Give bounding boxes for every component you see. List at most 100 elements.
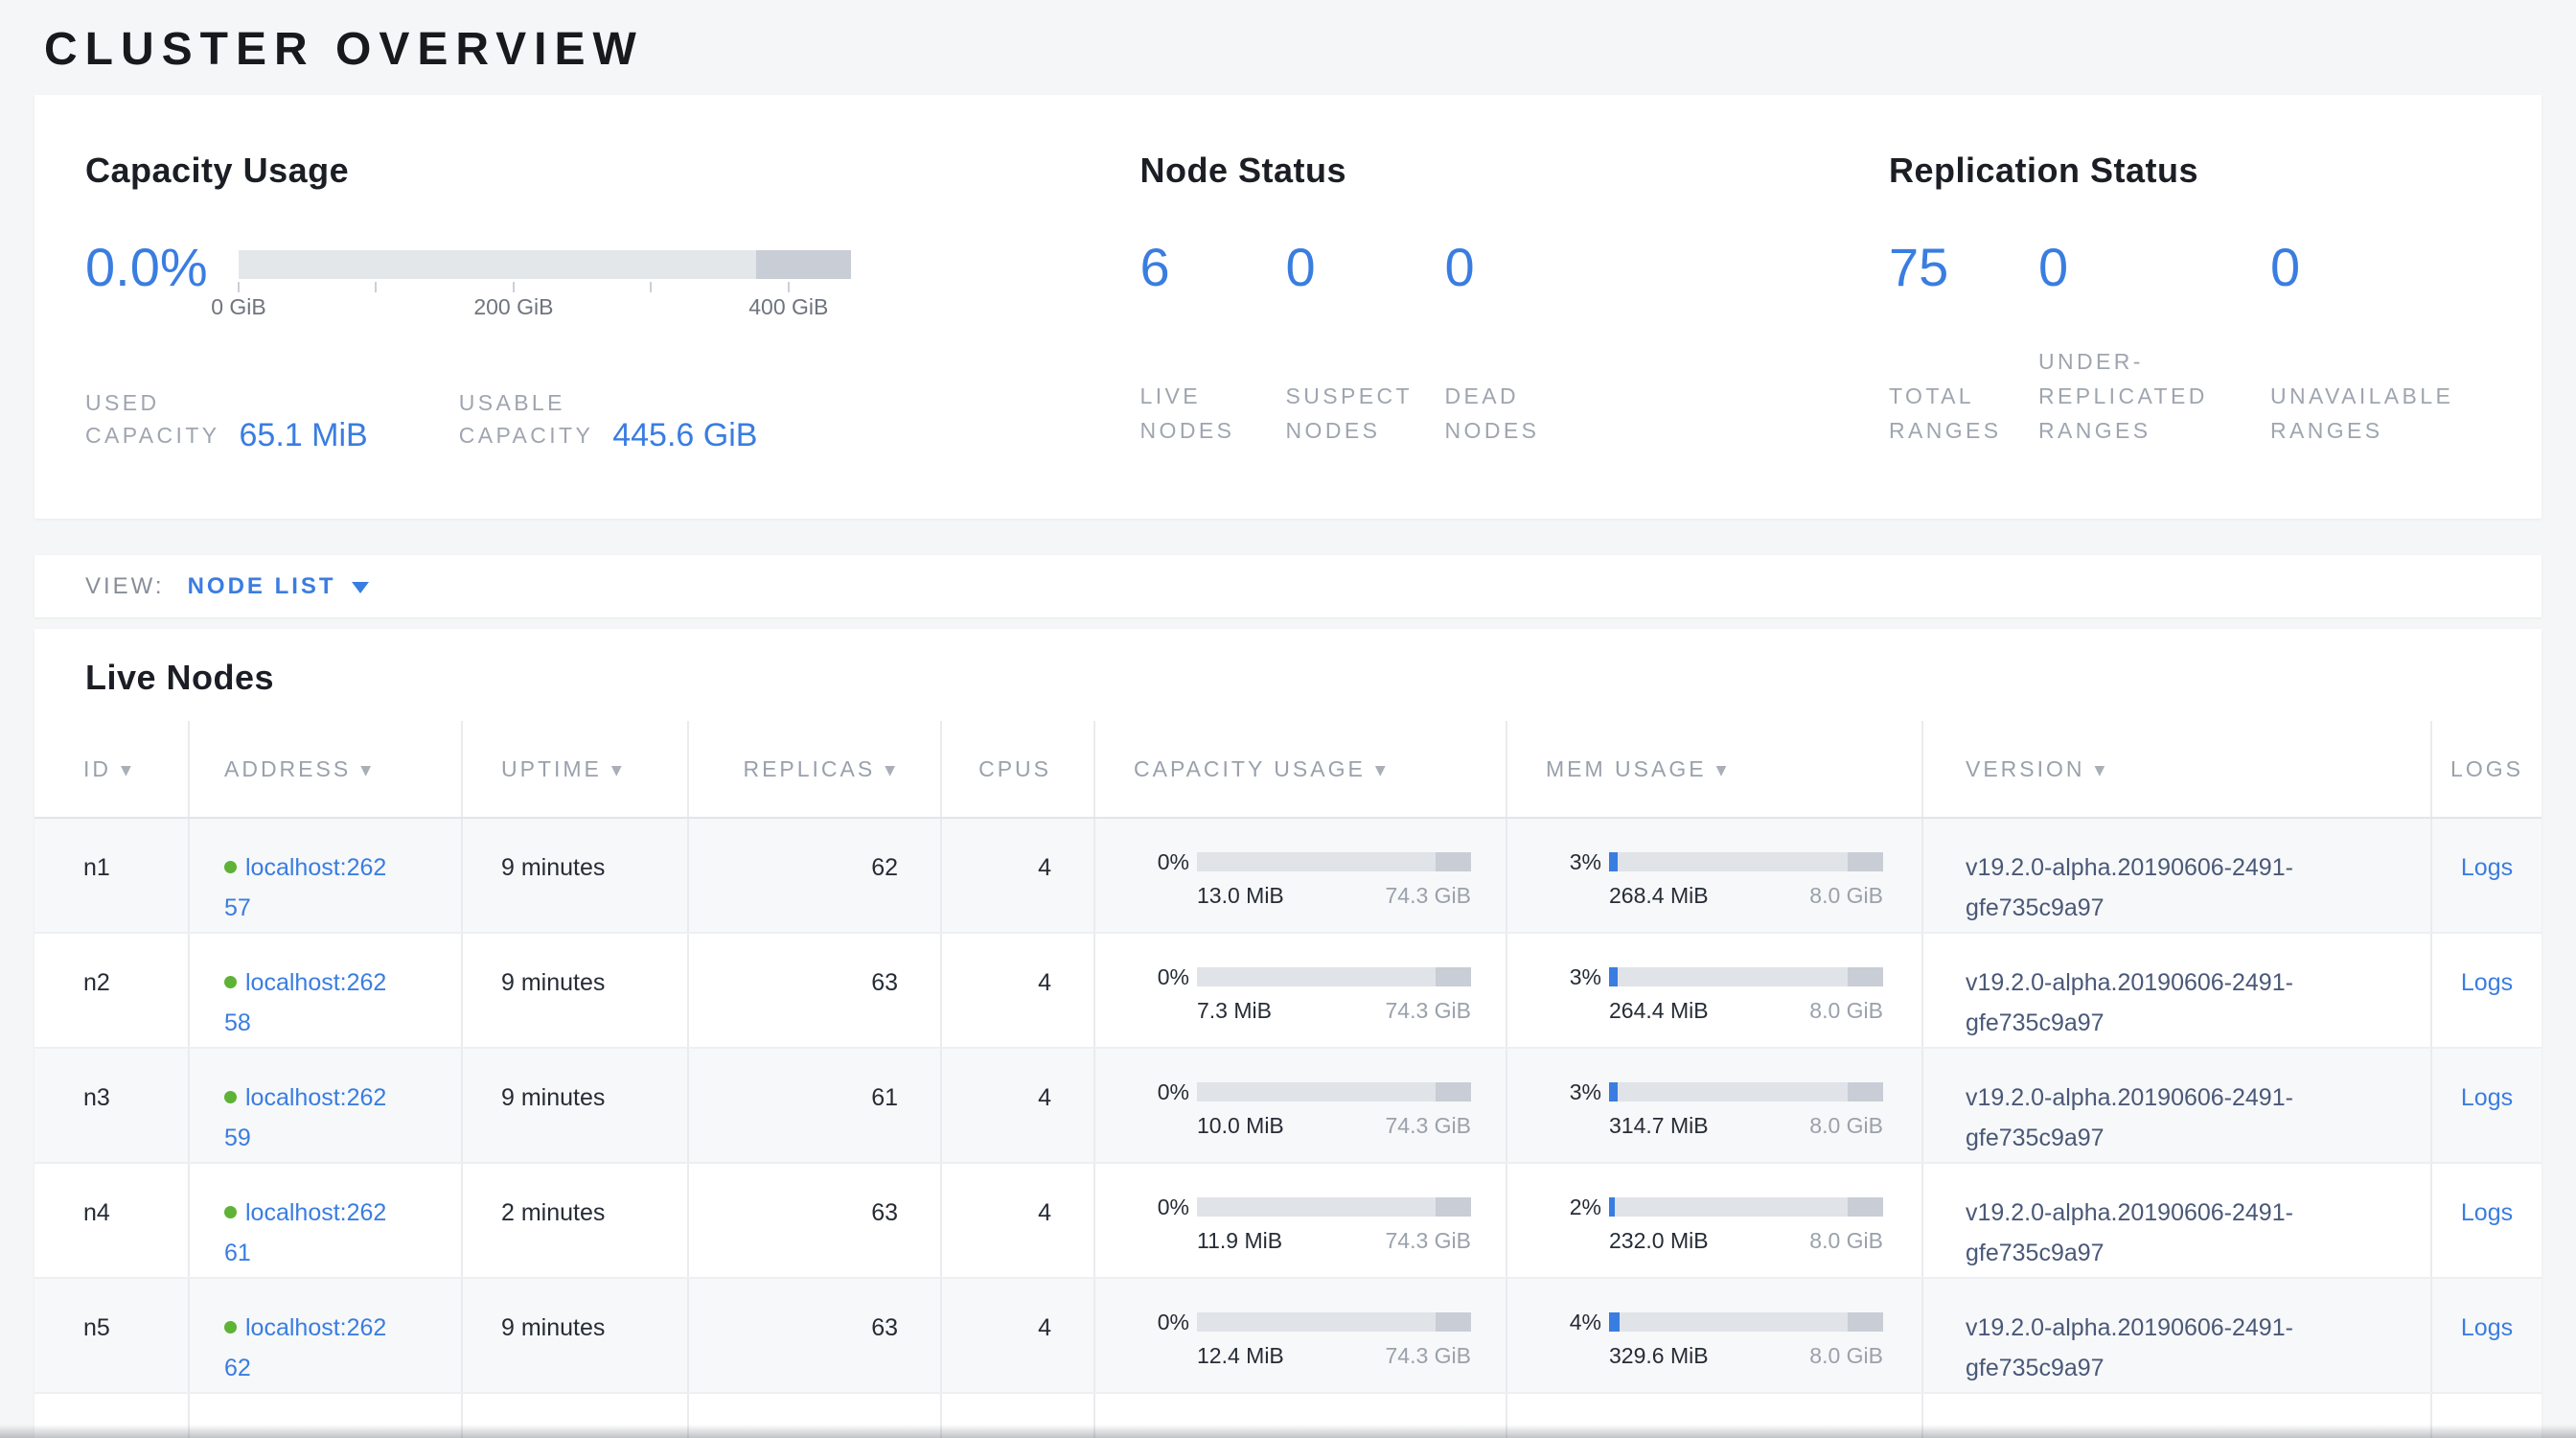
- capacity-usage-cell: 0% 7.3 MiB 74.3 GiB: [1094, 933, 1506, 1048]
- node-id-cell: n5: [34, 1278, 189, 1393]
- mem-usage-cell: 3% 314.7 MiB8.0 GiB: [1506, 1048, 1922, 1163]
- replicas-cell: 62: [688, 818, 941, 933]
- capacity-meter-reserved: [1436, 967, 1471, 986]
- capacity-used-value: 11.9 MiB: [1197, 1227, 1282, 1254]
- capacity-total-value: 74.3 GiB: [1386, 882, 1472, 909]
- used-capacity-value: 65.1 MiB: [240, 417, 368, 454]
- capacity-total-value: 74.3 GiB: [1386, 1227, 1472, 1254]
- capacity-usage-cell: 0% 12.4 MiB74.3 GiB: [1094, 1278, 1506, 1393]
- table-row: n4 localhost:26261 2 minutes 63 4 0% 11.…: [34, 1163, 2542, 1278]
- sort-desc-icon: ▼: [611, 763, 625, 778]
- cpus-cell: 4: [941, 933, 1094, 1048]
- suspect-nodes-label: SUSPECT NODES: [1286, 344, 1445, 448]
- node-list-dropdown[interactable]: NODE LIST: [188, 573, 369, 600]
- mem-meter-reserved: [1848, 1312, 1883, 1332]
- unavailable-ranges-label: UNAVAILABLE RANGES: [2270, 344, 2491, 448]
- unavailable-ranges-value: 0: [2270, 241, 2491, 294]
- node-id-cell: n1: [34, 818, 189, 933]
- mem-meter-bar: [1609, 1312, 1883, 1332]
- logs-cell: Logs: [2431, 1278, 2542, 1393]
- mem-used-value: 232.0 MiB: [1609, 1227, 1709, 1254]
- logs-link[interactable]: Logs: [2461, 969, 2513, 996]
- node-status-metrics: 6 LIVE NODES 0 SUSPECT NODES 0 DEAD NODE…: [1140, 241, 1889, 448]
- under-replicated-ranges-value: 0: [2038, 241, 2270, 294]
- column-header-mem-usage[interactable]: MEM USAGE▼: [1506, 721, 1922, 818]
- column-header-id[interactable]: ID▼: [34, 721, 189, 818]
- column-header-capacity-usage[interactable]: CAPACITY USAGE▼: [1094, 721, 1506, 818]
- logs-cell: Logs: [2431, 1048, 2542, 1163]
- node-address-link[interactable]: localhost:26259: [224, 1078, 395, 1158]
- logs-link[interactable]: Logs: [2461, 1314, 2513, 1341]
- replicas-cell: 63: [688, 1278, 941, 1393]
- axis-tick: [650, 282, 652, 292]
- mem-meter-reserved: [1848, 967, 1883, 986]
- mem-usage-cell: 3% 264.4 MiB8.0 GiB: [1506, 933, 1922, 1048]
- capacity-usage-heading: Capacity Usage: [85, 151, 1140, 191]
- uptime-cell: 9 minutes: [462, 933, 688, 1048]
- live-status-dot-icon: [224, 1206, 237, 1218]
- column-header-address[interactable]: ADDRESS▼: [189, 721, 462, 818]
- chevron-down-icon: [352, 582, 369, 593]
- capacity-percent: 0%: [1134, 963, 1189, 991]
- version-text: v19.2.0-alpha.20190606-2491-gfe735c9a97: [1966, 1308, 2392, 1388]
- sort-desc-icon: ▼: [1716, 763, 1730, 778]
- under-replicated-ranges-label: UNDER- REPLICATED RANGES: [2038, 344, 2270, 448]
- live-nodes-card: Live Nodes ID▼ ADDRESS▼ UPTIME▼ REPLICAS…: [34, 629, 2542, 1438]
- uptime-cell: 2 minutes: [462, 1163, 688, 1278]
- column-header-version[interactable]: VERSION▼: [1922, 721, 2431, 818]
- capacity-used-value: 7.3 MiB: [1197, 997, 1272, 1024]
- live-status-dot-icon: [224, 1321, 237, 1334]
- table-row: n1 localhost:26257 9 minutes 62 4 0% 13.…: [34, 818, 2542, 933]
- mem-meter-reserved: [1848, 1082, 1883, 1102]
- mem-percent: 3%: [1546, 1078, 1601, 1106]
- cpus-cell: 4: [941, 1048, 1094, 1163]
- node-status-heading: Node Status: [1140, 151, 1889, 191]
- mem-percent: 2%: [1546, 1193, 1601, 1221]
- capacity-meter-bar: [1197, 1082, 1471, 1102]
- capacity-total-value: 74.3 GiB: [1386, 997, 1472, 1024]
- total-ranges-value: 75: [1889, 241, 2038, 294]
- capacity-total-value: 74.3 GiB: [1386, 1112, 1472, 1139]
- version-cell: v19.2.0-alpha.20190606-2491-gfe735c9a97: [1922, 818, 2431, 933]
- used-capacity-label: USED CAPACITY: [85, 386, 220, 452]
- capacity-total-value: 74.3 GiB: [1386, 1342, 1472, 1369]
- mem-percent: 3%: [1546, 963, 1601, 991]
- logs-link[interactable]: Logs: [2461, 854, 2513, 881]
- live-nodes-label: LIVE NODES: [1140, 344, 1286, 448]
- capacity-percent-value: 0.0%: [85, 241, 210, 333]
- metric-dead-nodes: 0 DEAD NODES: [1445, 241, 1608, 448]
- capacity-meter-reserved: [1436, 1197, 1471, 1217]
- metric-under-replicated-ranges: 0 UNDER- REPLICATED RANGES: [2038, 241, 2270, 448]
- live-status-dot-icon: [224, 976, 237, 988]
- version-text: v19.2.0-alpha.20190606-2491-gfe735c9a97: [1966, 1078, 2392, 1158]
- node-status-section: Node Status 6 LIVE NODES 0 SUSPECT NODES…: [1140, 151, 1889, 452]
- node-address-link[interactable]: localhost:26261: [224, 1193, 395, 1273]
- page-title: CLUSTER OVERVIEW: [44, 25, 2576, 75]
- mem-meter-fill: [1609, 852, 1618, 871]
- address-cell: localhost:26257: [189, 818, 462, 933]
- capacity-usage-cell: 0% 11.9 MiB74.3 GiB: [1094, 1163, 1506, 1278]
- node-address-link[interactable]: localhost:26257: [224, 847, 395, 928]
- mem-total-value: 8.0 GiB: [1809, 1112, 1883, 1139]
- mem-total-value: 8.0 GiB: [1809, 1227, 1883, 1254]
- replication-status-section: Replication Status 75 TOTAL RANGES 0 UND…: [1889, 151, 2491, 452]
- capacity-meter-reserved: [1436, 1312, 1471, 1332]
- usable-capacity-label: USABLE CAPACITY: [459, 386, 594, 452]
- node-id-cell: n3: [34, 1048, 189, 1163]
- node-address-link[interactable]: localhost:26258: [224, 963, 395, 1043]
- column-header-replicas[interactable]: REPLICAS▼: [688, 721, 941, 818]
- mem-usage-cell: 3% 268.4 MiB8.0 GiB: [1506, 818, 1922, 933]
- mem-meter-reserved: [1848, 1197, 1883, 1217]
- logs-link[interactable]: Logs: [2461, 1199, 2513, 1226]
- live-nodes-value: 6: [1140, 241, 1286, 294]
- axis-label-400: 400 GiB: [748, 294, 828, 320]
- capacity-usage-section: Capacity Usage 0.0% 0 GiB 20: [85, 151, 1140, 452]
- logs-link[interactable]: Logs: [2461, 1084, 2513, 1111]
- view-selector-bar: VIEW: NODE LIST: [34, 555, 2542, 617]
- column-header-uptime[interactable]: UPTIME▼: [462, 721, 688, 818]
- version-text: v19.2.0-alpha.20190606-2491-gfe735c9a97: [1966, 1193, 2392, 1273]
- cpus-cell: 4: [941, 1163, 1094, 1278]
- axis-tick: [788, 282, 790, 292]
- address-cell: localhost:26262: [189, 1278, 462, 1393]
- node-address-link[interactable]: localhost:26262: [224, 1308, 395, 1388]
